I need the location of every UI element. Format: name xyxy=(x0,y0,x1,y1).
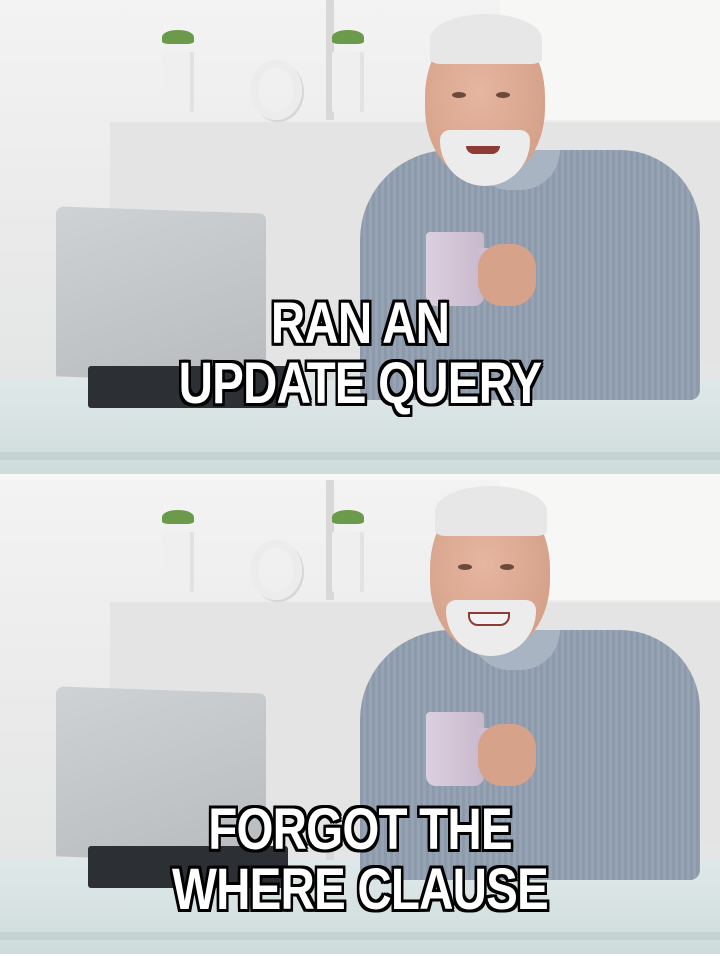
man-hair xyxy=(435,486,547,536)
plant-pot xyxy=(162,52,194,112)
man-mouth xyxy=(468,612,510,626)
plant-pot xyxy=(162,532,194,592)
bottom-caption: FORGOT THE WHERE CLAUSE xyxy=(65,800,655,920)
top-caption: RAN AN UPDATE QUERY xyxy=(65,294,655,414)
decor-ring xyxy=(250,540,302,600)
desk-edge xyxy=(0,452,720,460)
plant-pot xyxy=(332,532,364,592)
man-hair xyxy=(430,14,542,64)
plant-pot xyxy=(332,52,364,112)
desk-edge xyxy=(0,932,720,940)
left-eye xyxy=(458,564,472,570)
man-mouth xyxy=(466,146,500,154)
top-panel: RAN AN UPDATE QUERY xyxy=(0,0,720,474)
plant-leaves xyxy=(332,30,364,44)
plant-leaves xyxy=(332,510,364,524)
top-caption-line-1: RAN AN xyxy=(270,291,450,356)
plant-leaves xyxy=(162,510,194,524)
right-eye xyxy=(500,564,514,570)
meme-image: RAN AN UPDATE QUERY FORGOT THE WHERE CLA… xyxy=(0,0,720,956)
right-eye xyxy=(496,92,510,98)
bottom-panel: FORGOT THE WHERE CLAUSE xyxy=(0,480,720,954)
plant-leaves xyxy=(162,30,194,44)
decor-ring xyxy=(250,60,302,120)
top-caption-line-2: UPDATE QUERY xyxy=(178,351,543,416)
coffee-mug xyxy=(426,712,484,786)
bottom-caption-line-1: FORGOT THE xyxy=(208,797,512,862)
man-hand xyxy=(478,724,536,786)
left-eye xyxy=(452,92,466,98)
bottom-caption-line-2: WHERE CLAUSE xyxy=(172,857,549,922)
